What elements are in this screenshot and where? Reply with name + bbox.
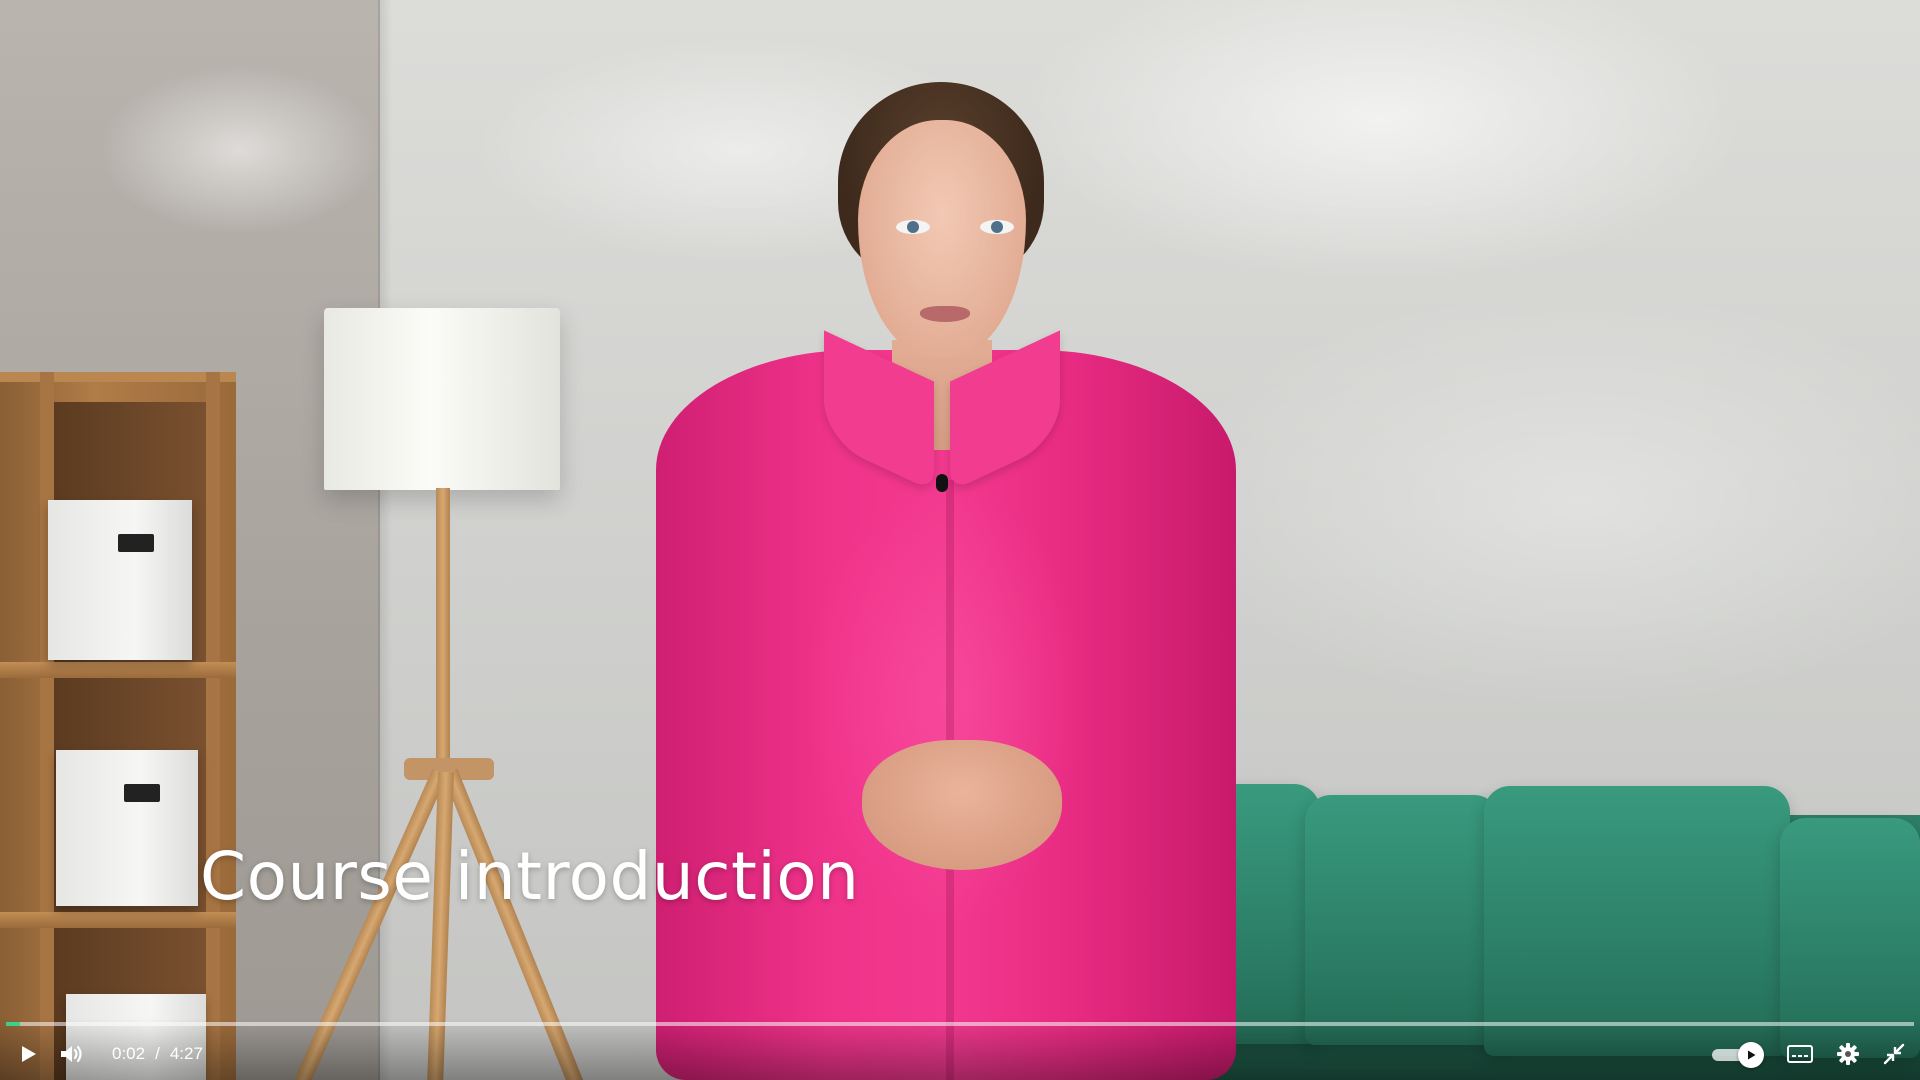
video-frame[interactable]: Course introduction [0, 0, 1920, 1080]
time-display: 0:02 / 4:27 [112, 1044, 203, 1064]
autoplay-toggle-icon [1748, 1050, 1756, 1060]
progress-bar[interactable] [6, 1022, 1914, 1026]
scene-bookshelf [0, 372, 236, 1080]
captions-button[interactable] [1782, 1036, 1818, 1072]
player-controls: 0:02 / 4:27 [0, 1018, 1920, 1080]
volume-button[interactable] [54, 1036, 90, 1072]
play-button[interactable] [10, 1036, 46, 1072]
captions-icon [1787, 1045, 1813, 1063]
control-row: 0:02 / 4:27 [0, 1032, 1920, 1076]
presenter-hands [862, 740, 1062, 870]
scene-lamp-shade [324, 308, 560, 490]
gear-icon [1837, 1043, 1859, 1065]
scene-sofa-cushion [1484, 786, 1790, 1056]
exit-fullscreen-icon [1883, 1043, 1905, 1065]
presenter [600, 0, 1300, 1080]
current-time: 0:02 [112, 1044, 146, 1063]
scene-lamp-pole [436, 488, 450, 768]
duration: 4:27 [169, 1044, 203, 1063]
settings-button[interactable] [1830, 1036, 1866, 1072]
scene-storage-box [48, 500, 192, 660]
scene-storage-box [56, 750, 198, 906]
scene-sofa-cushion [1305, 795, 1500, 1045]
presenter-face [858, 120, 1026, 358]
lapel-mic [936, 474, 948, 492]
exit-fullscreen-button[interactable] [1876, 1036, 1912, 1072]
video-player[interactable]: Course introduction 0:02 / 4:27 [0, 0, 1920, 1080]
time-separator: / [155, 1044, 160, 1063]
video-caption-title: Course introduction [200, 838, 860, 915]
volume-icon [61, 1045, 82, 1063]
play-icon [22, 1046, 36, 1062]
progress-played [6, 1022, 21, 1026]
autoplay-toggle[interactable] [1712, 1042, 1764, 1068]
